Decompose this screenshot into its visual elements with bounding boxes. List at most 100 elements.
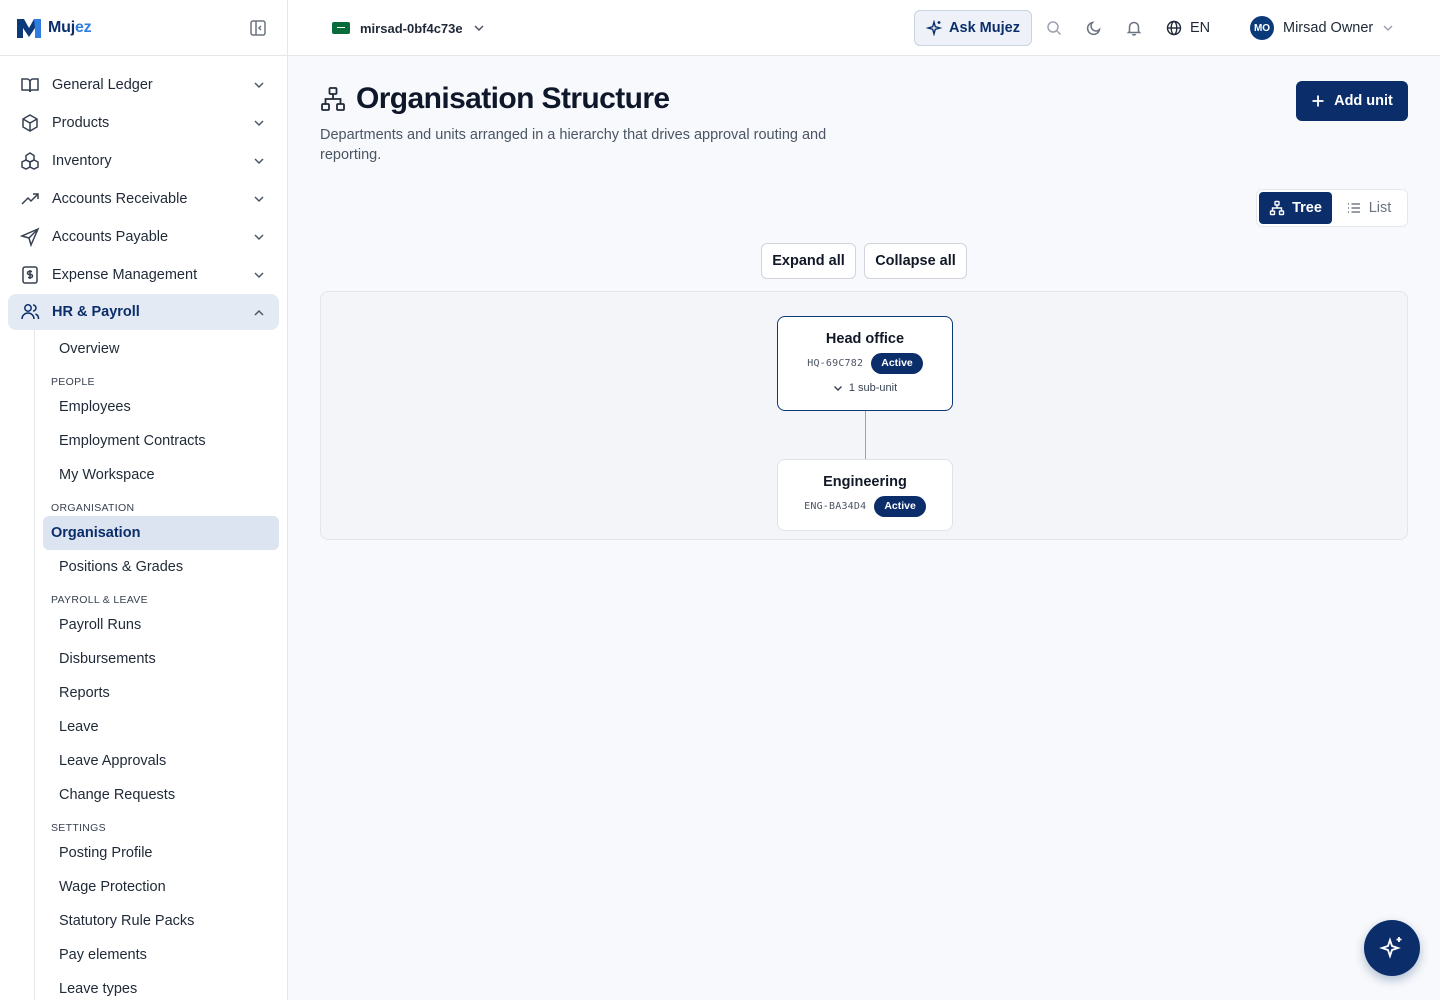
org-node-meta: HQ-69C782 Active xyxy=(778,353,952,374)
sidebar-item-inventory[interactable]: Inventory xyxy=(0,142,287,180)
add-unit-button[interactable]: Add unit xyxy=(1296,81,1408,121)
org-node-name: Head office xyxy=(825,331,905,347)
chevron-down-icon xyxy=(474,25,484,32)
sidebar-subitem-positions-grades[interactable]: Positions & Grades xyxy=(43,550,279,584)
search-icon[interactable] xyxy=(1044,18,1064,38)
sidebar-subitem-employees[interactable]: Employees xyxy=(43,390,279,424)
tenant-switcher[interactable]: mirsad-0bf4c73e xyxy=(320,14,497,42)
sidebar-subitem-my-workspace[interactable]: My Workspace xyxy=(43,458,279,492)
tab-tree-view[interactable]: Tree xyxy=(1259,192,1332,224)
book-icon xyxy=(20,75,40,95)
chevron-down-icon xyxy=(254,82,264,89)
sidebar-item-label: Accounts Receivable xyxy=(52,191,188,207)
sidebar-subitem-statutory-rule-packs[interactable]: Statutory Rule Packs xyxy=(43,904,279,938)
sidebar-item-label: General Ledger xyxy=(52,77,153,93)
page-description: Departments and units arranged in a hier… xyxy=(320,127,827,163)
collapse-all-button[interactable]: Collapse all xyxy=(864,243,967,279)
status-badge: Active xyxy=(874,496,926,517)
sidebar-subitem-leave-types[interactable]: Leave types xyxy=(43,972,279,1000)
chevron-down-icon xyxy=(1383,25,1393,32)
section-heading-settings: Settings xyxy=(51,822,106,834)
org-node-code: HQ-69C782 xyxy=(807,358,864,369)
users-icon xyxy=(20,302,40,322)
expand-all-button[interactable]: Expand all xyxy=(761,243,856,279)
sidebar-item-label: Inventory xyxy=(52,153,112,169)
box-icon xyxy=(20,113,40,133)
sidebar-item-general-ledger[interactable]: General Ledger xyxy=(0,66,287,104)
sidebar-item-accounts-receivable[interactable]: Accounts Receivable xyxy=(0,180,287,218)
status-badge: Active xyxy=(871,353,923,374)
chevron-down-icon xyxy=(254,120,264,127)
mujez-logo-icon xyxy=(17,18,41,38)
avatar: MO xyxy=(1250,16,1274,40)
ask-mujez-button[interactable]: Ask Mujez xyxy=(914,10,1032,46)
sidebar-item-hr-payroll[interactable]: HR & Payroll xyxy=(8,294,279,330)
sidebar-subitem-overview[interactable]: Overview xyxy=(43,332,279,366)
language-code: EN xyxy=(1190,20,1211,36)
tenant-name: mirsad-0bf4c73e xyxy=(360,20,463,36)
chevron-down-icon xyxy=(254,234,264,241)
sidebar-item-accounts-payable[interactable]: Accounts Payable xyxy=(0,218,287,256)
view-toggle: Tree List xyxy=(1256,189,1408,227)
user-menu[interactable]: MO Mirsad Owner xyxy=(1250,14,1394,42)
org-node-engineering[interactable]: Engineering ENG-BA34D4 Active xyxy=(777,459,953,531)
page-header: Organisation Structure xyxy=(320,82,670,116)
sparkles-icon xyxy=(926,20,943,36)
sidebar-subitem-posting-profile[interactable]: Posting Profile xyxy=(43,836,279,870)
org-chart-icon xyxy=(321,87,345,111)
topbar: mirsad-0bf4c73e Ask Mujez EN MO Mirsad O… xyxy=(288,0,1440,56)
section-heading-payroll-leave: Payroll & Leave xyxy=(51,594,148,606)
user-name: Mirsad Owner xyxy=(1283,20,1374,36)
sidebar-subitem-disbursements[interactable]: Disbursements xyxy=(43,642,279,676)
sidebar: Mujez General Ledger Products Inventory … xyxy=(0,0,288,1000)
section-heading-people: People xyxy=(51,376,95,388)
sidebar-item-label: Products xyxy=(52,115,110,131)
sidebar-subitem-employment-contracts[interactable]: Employment Contracts xyxy=(43,424,279,458)
tree-connector-line xyxy=(865,411,866,459)
sidebar-item-expense-management[interactable]: Expense Management xyxy=(0,256,287,294)
send-icon xyxy=(20,227,40,247)
brand-name: Mujez xyxy=(48,18,92,36)
sidebar-item-label: Accounts Payable xyxy=(52,229,169,245)
sidebar-collapse-icon[interactable] xyxy=(249,19,267,37)
assistant-fab-button[interactable] xyxy=(1364,920,1420,976)
chevron-down-icon xyxy=(254,272,264,279)
sidebar-subitem-wage-protection[interactable]: Wage Protection xyxy=(43,870,279,904)
chevron-up-icon xyxy=(254,309,264,316)
sidebar-item-label: Expense Management xyxy=(52,267,198,283)
boxes-icon xyxy=(20,151,40,171)
list-view-label: List xyxy=(1368,200,1392,216)
main-content: Organisation Structure Departments and u… xyxy=(288,56,1440,1000)
subunit-toggle[interactable]: 1 sub-unit xyxy=(778,382,952,394)
sidebar-item-products[interactable]: Products xyxy=(0,104,287,142)
globe-icon xyxy=(1166,20,1182,36)
tree-icon xyxy=(1269,200,1285,216)
bell-icon[interactable] xyxy=(1124,18,1144,38)
page-title: Organisation Structure xyxy=(356,82,670,115)
sidebar-subitem-leave[interactable]: Leave xyxy=(43,710,279,744)
org-tree-canvas: Head office HQ-69C782 Active 1 sub-unit … xyxy=(320,291,1408,540)
sidebar-subitem-reports[interactable]: Reports xyxy=(43,676,279,710)
sidebar-subitem-payroll-runs[interactable]: Payroll Runs xyxy=(43,608,279,642)
trending-up-icon xyxy=(20,189,40,209)
section-heading-organisation: Organisation xyxy=(51,502,135,514)
sidebar-subitem-pay-elements[interactable]: Pay elements xyxy=(43,938,279,972)
sidebar-nav: General Ledger Products Inventory Accoun… xyxy=(0,56,287,1000)
org-node-head-office[interactable]: Head office HQ-69C782 Active 1 sub-unit xyxy=(777,316,953,411)
language-switcher[interactable]: EN xyxy=(1166,16,1210,40)
moon-icon[interactable] xyxy=(1084,18,1104,38)
chevron-down-icon xyxy=(254,196,264,203)
sidebar-subitem-change-requests[interactable]: Change Requests xyxy=(43,778,279,812)
org-node-meta: ENG-BA34D4 Active xyxy=(778,496,952,517)
chevron-down-icon xyxy=(833,386,842,391)
list-icon xyxy=(1347,203,1360,213)
org-node-code: ENG-BA34D4 xyxy=(804,501,867,512)
brand[interactable]: Mujez xyxy=(0,0,287,56)
sidebar-subitem-organisation[interactable]: Organisation xyxy=(43,516,279,550)
subunit-count: 1 sub-unit xyxy=(848,382,898,394)
sparkles-icon xyxy=(1379,937,1402,959)
hr-payroll-subnav: Overview People Employees Employment Con… xyxy=(34,330,287,1000)
sidebar-subitem-leave-approvals[interactable]: Leave Approvals xyxy=(43,744,279,778)
receipt-icon xyxy=(20,265,40,285)
tab-list-view[interactable]: List xyxy=(1332,192,1405,224)
